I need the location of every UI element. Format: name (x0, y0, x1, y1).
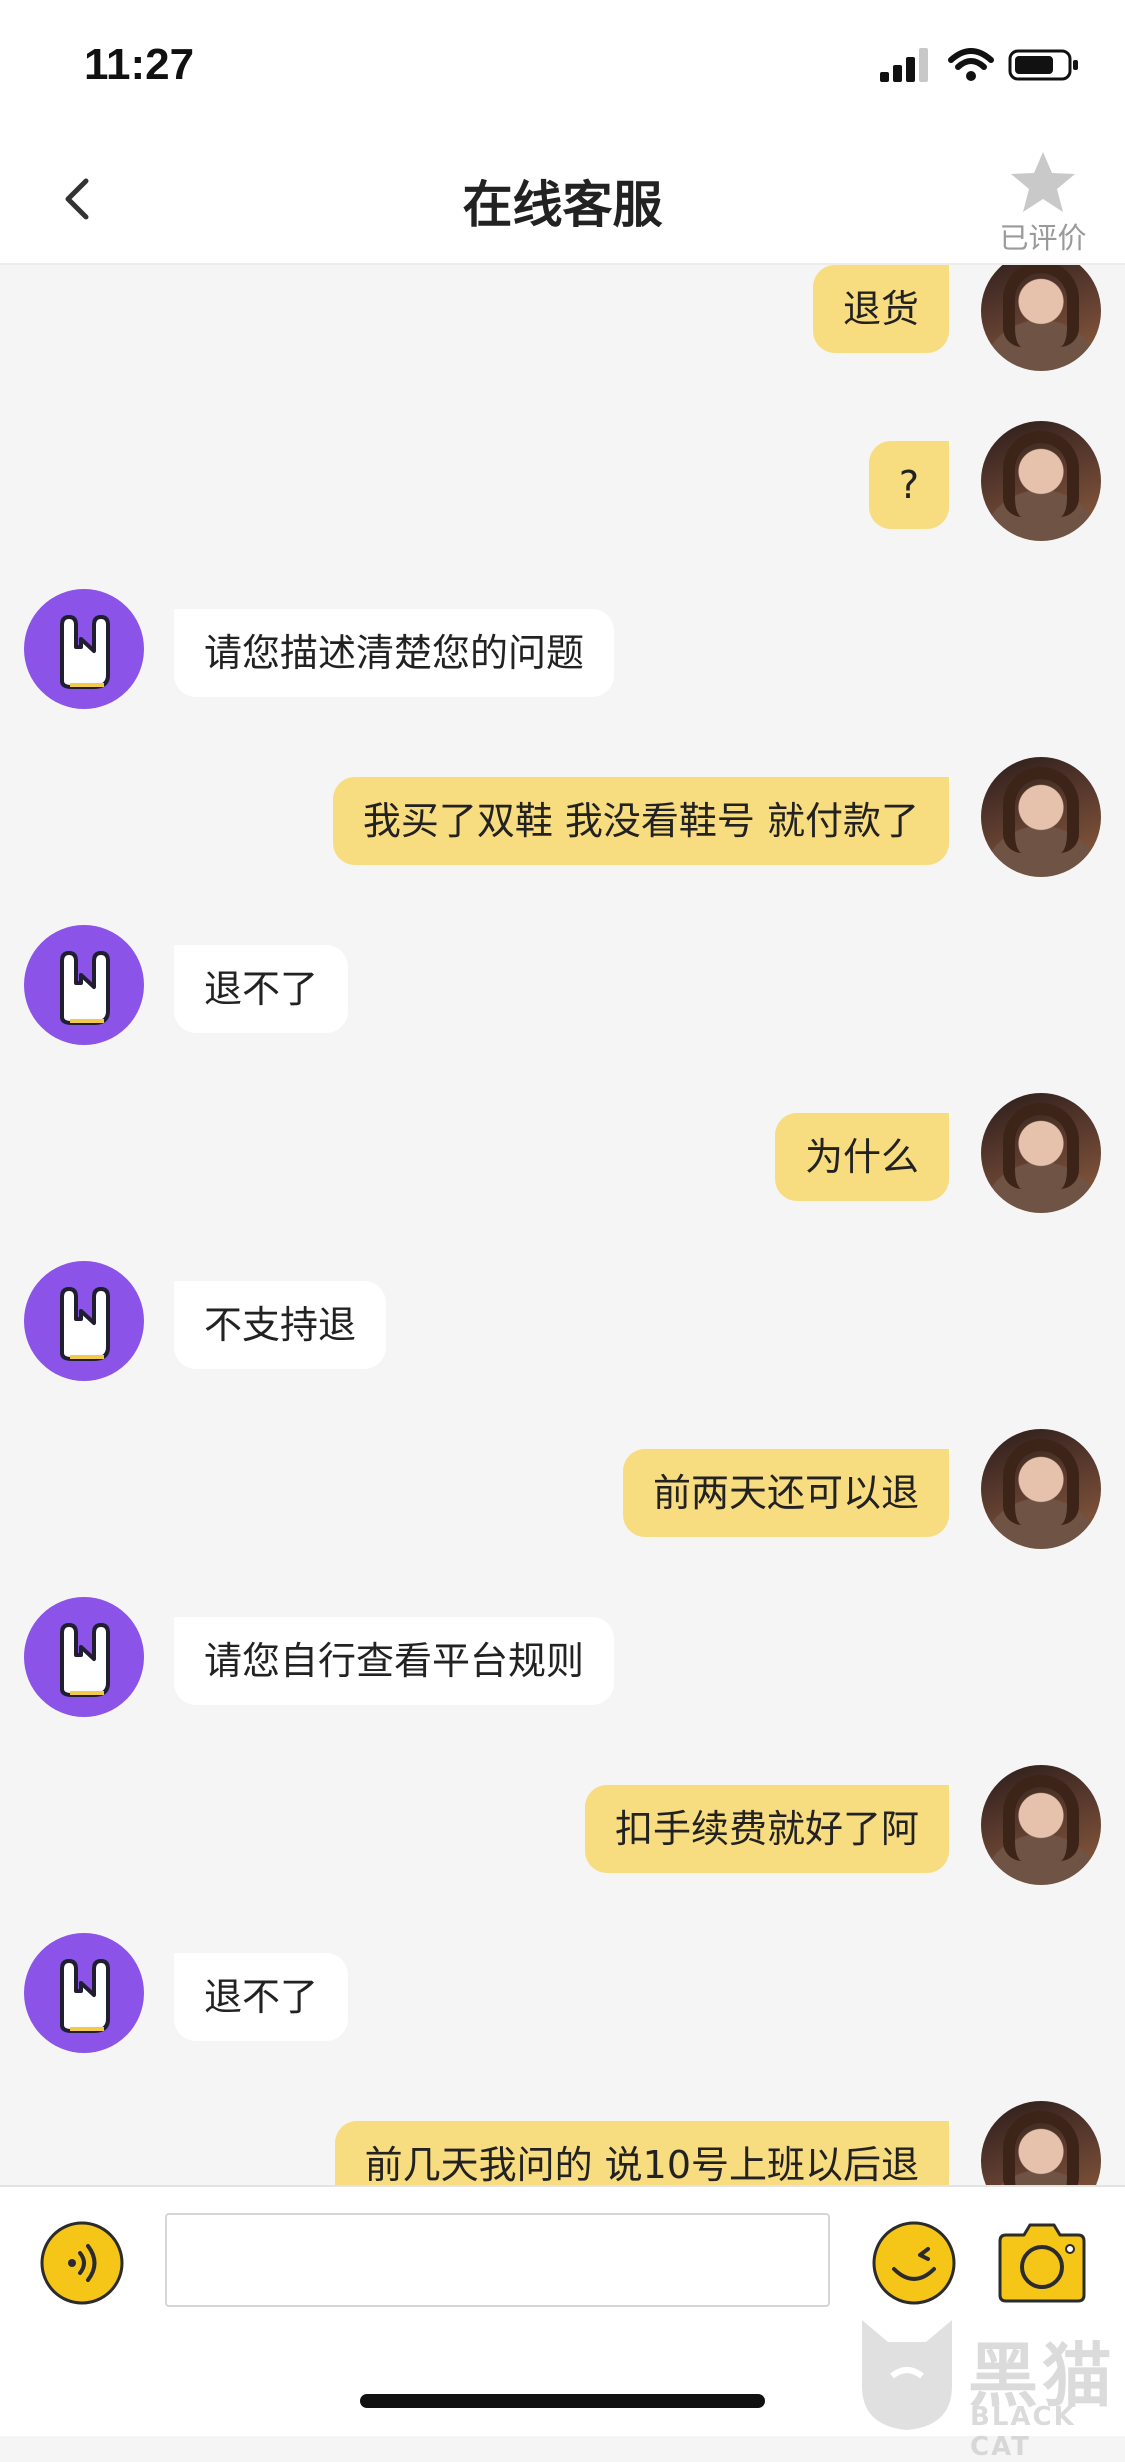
input-bar (0, 2185, 1125, 2337)
rock-hand-icon (60, 1623, 110, 1697)
star-icon (1011, 152, 1075, 212)
bot-message-bubble[interactable]: 请您自行查看平台规则 (174, 1617, 615, 1705)
camera-button[interactable] (994, 2217, 1090, 2307)
service-bot-avatar[interactable] (24, 1597, 144, 1717)
signal-icon (880, 48, 928, 82)
message-row: 扣手续费就好了阿 (0, 1765, 1125, 1905)
user-message-bubble[interactable]: 退货 (812, 265, 949, 353)
user-message-bubble[interactable]: 为什么 (774, 1113, 949, 1201)
rock-hand-icon (60, 951, 110, 1025)
message-row: 请您描述清楚您的问题 (0, 589, 1125, 729)
user-avatar[interactable] (981, 1093, 1101, 1213)
message-input[interactable] (165, 2213, 830, 2307)
message-row: 退不了 (0, 925, 1125, 1065)
user-avatar[interactable] (981, 2101, 1101, 2185)
chat-area[interactable]: 退货 ? 请您描述清楚您的问题 我买了双鞋 我没看鞋号 就付款了 退不了 为什么 (0, 265, 1125, 2185)
message-row: 退不了 (0, 1933, 1125, 2073)
user-avatar[interactable] (981, 757, 1101, 877)
user-message-bubble[interactable]: 扣手续费就好了阿 (584, 1785, 949, 1873)
rock-hand-icon (60, 1959, 110, 2033)
service-bot-avatar[interactable] (24, 589, 144, 709)
message-row: 不支持退 (0, 1261, 1125, 1401)
voice-icon (40, 2221, 124, 2305)
emoji-button[interactable] (870, 2219, 958, 2307)
bot-message-bubble[interactable]: 不支持退 (174, 1281, 387, 1369)
rock-hand-icon (60, 1287, 110, 1361)
user-message-bubble[interactable]: ? (868, 441, 949, 529)
message-row: 我买了双鞋 我没看鞋号 就付款了 (0, 757, 1125, 897)
service-bot-avatar[interactable] (24, 925, 144, 1045)
bot-message-bubble[interactable]: 退不了 (174, 1953, 349, 2041)
message-row: 请您自行查看平台规则 (0, 1597, 1125, 1737)
voice-button[interactable] (38, 2219, 126, 2307)
service-bot-avatar[interactable] (24, 1933, 144, 2053)
bot-message-bubble[interactable]: 请您描述清楚您的问题 (174, 609, 615, 697)
status-bar: 11:27 (0, 0, 1125, 135)
status-icons (880, 48, 1080, 82)
status-time: 11:27 (84, 40, 195, 89)
user-message-bubble[interactable]: 前几天我问的 说10号上班以后退 (334, 2121, 949, 2185)
emoji-icon (872, 2221, 956, 2305)
message-row: 前几天我问的 说10号上班以后退 (0, 2101, 1125, 2185)
wifi-icon (948, 48, 994, 81)
watermark-en: BLACK CAT (970, 2402, 1076, 2462)
cat-logo-icon (862, 2320, 952, 2430)
camera-icon (998, 2223, 1086, 2303)
home-indicator[interactable] (360, 2394, 765, 2408)
user-avatar[interactable] (981, 1429, 1101, 1549)
bot-message-bubble[interactable]: 退不了 (174, 945, 349, 1033)
battery-icon (1008, 49, 1078, 81)
nav-bar: 在线客服 已评价 (0, 135, 1125, 265)
message-row: 为什么 (0, 1093, 1125, 1233)
message-row: 前两天还可以退 (0, 1429, 1125, 1569)
user-avatar[interactable] (981, 1765, 1101, 1885)
user-message-bubble[interactable]: 我买了双鞋 我没看鞋号 就付款了 (332, 777, 949, 865)
user-avatar[interactable] (981, 265, 1101, 371)
user-message-bubble[interactable]: 前两天还可以退 (622, 1449, 949, 1537)
message-row: ? (0, 421, 1125, 561)
message-row: 退货 (0, 265, 1125, 405)
rate-label: 已评价 (999, 221, 1087, 255)
user-avatar[interactable] (981, 421, 1101, 541)
black-cat-watermark: 黑猫 BLACK CAT (852, 2316, 1122, 2462)
rate-button[interactable]: 已评价 (993, 147, 1093, 259)
rock-hand-icon (60, 615, 110, 689)
page-title: 在线客服 (462, 176, 663, 234)
service-bot-avatar[interactable] (24, 1261, 144, 1381)
